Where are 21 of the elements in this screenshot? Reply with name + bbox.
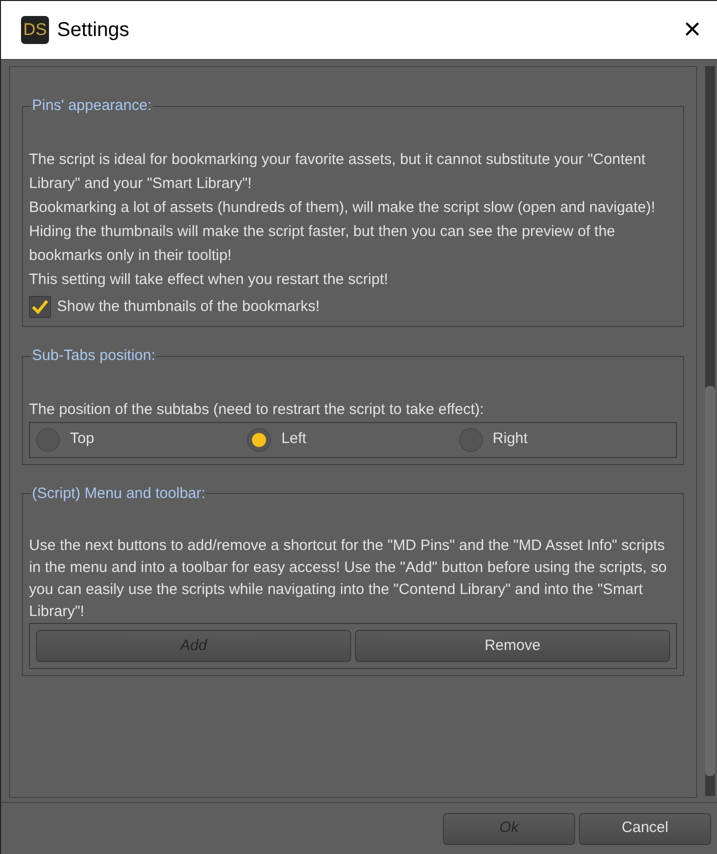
group-title: Sub-Tabs position:: [31, 346, 156, 366]
action-button[interactable]: Cancel: [579, 812, 711, 844]
description-text: Bookmarking a lot of assets (hundreds of them), will make the script slow (open and navigate)!: [29, 198, 656, 218]
group-title: (Script) Menu and toolbar:: [31, 484, 206, 504]
window-title: Settings: [57, 18, 130, 43]
radio-label: Right: [492, 429, 528, 450]
checkmark-icon: [32, 300, 48, 314]
description-text: This setting will take effect when you restart the script!: [29, 270, 390, 290]
group-title: Pins' appearance:: [31, 96, 153, 116]
radio-button[interactable]: [247, 428, 272, 452]
radio-label: Left: [281, 429, 306, 450]
description-text: Hiding the thumbnails will make the script faster, but then you can see the preview of the bookmarks only in their tooltip!: [29, 222, 616, 266]
checkbox-label: Show the thumbnails of the bookmarks!: [57, 296, 320, 316]
app-logo-icon: DS: [21, 16, 49, 44]
checkbox[interactable]: [29, 296, 51, 318]
description-text: The position of the subtabs (need to restrart the script to take effect):: [29, 400, 485, 420]
action-button[interactable]: Remove: [355, 630, 670, 662]
description-text: Use the next buttons to add/remove a shortcut for the "MD Pins" and the "MD Asset Info" scripts in the menu and into a toolbar for easy access! Use the "Add" button before using the scripts, so you can easily use the scripts while navigating into the "Contend Library" and into the "Smart Library"!: [29, 536, 668, 622]
description-text: The script is ideal for bookmarking your favorite assets, but it cannot substitute your "Content Library" and your "Smart Library"!: [29, 150, 646, 194]
radio-label: Top: [70, 429, 94, 450]
close-button[interactable]: ×: [679, 15, 705, 45]
